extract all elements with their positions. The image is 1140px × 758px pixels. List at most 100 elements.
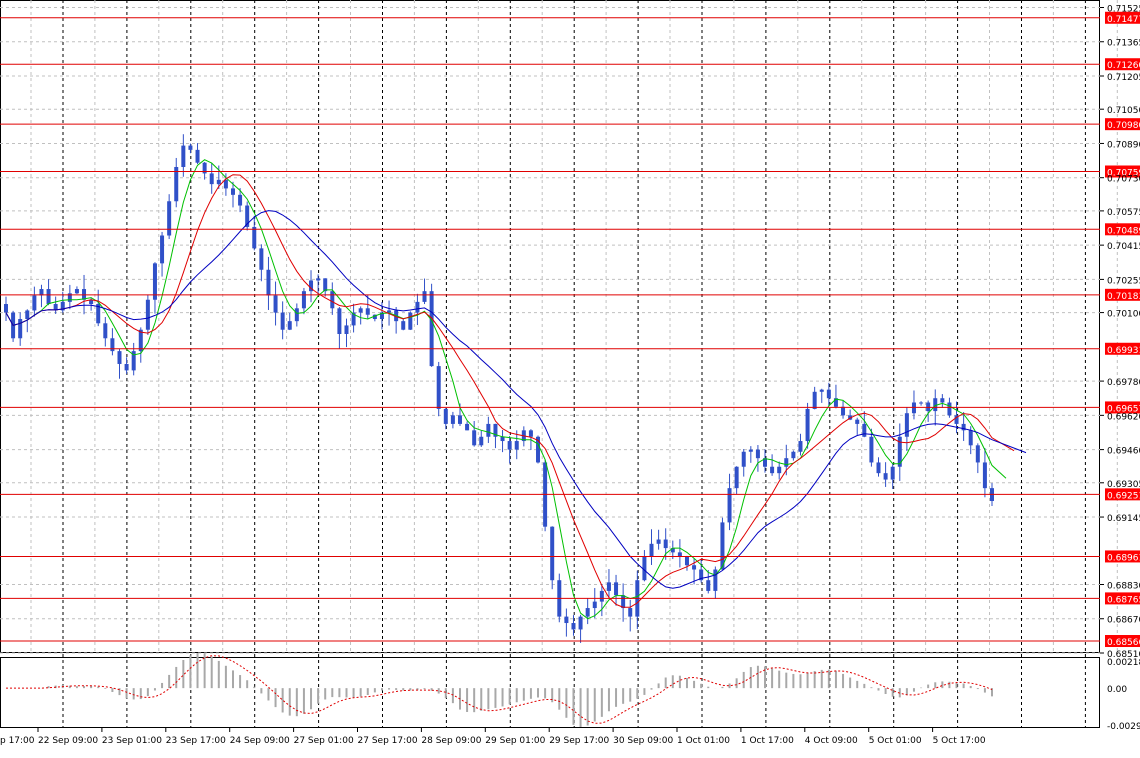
candle-body [117,351,122,364]
candle-body [741,451,746,467]
candle-body [18,319,23,339]
candle-body [826,389,831,399]
y-tick-label: 0.70415 [1107,242,1140,252]
candle-body [614,582,619,596]
candle-body [316,278,321,281]
candle-body [209,173,214,185]
oscillator-tick-label: -0.00296 [1107,722,1140,732]
y-tick-label: 0.69460 [1107,447,1140,457]
candle-body [855,419,860,424]
y-tick-label: 0.68830 [1107,581,1140,591]
candle-body [784,458,789,467]
candle-body [564,616,569,624]
candle-body [862,423,867,437]
candle-body [415,301,420,313]
candle-body [344,325,349,334]
candle-body [195,149,200,163]
y-tick-label: 0.69620 [1107,412,1140,422]
candle-body [550,526,555,581]
candle-body [890,466,895,480]
candle-body [330,291,335,309]
oscillator-frame [0,657,1100,728]
level-label: 0.71477 [1107,15,1140,25]
candle-body [919,402,924,404]
candle-body [514,441,519,450]
candle-body [294,308,299,322]
candle-body [465,423,470,431]
candle-body [975,445,980,463]
candle-body [755,449,760,459]
y-tick-label: 0.69305 [1107,480,1140,490]
x-tick-label: 24 Sep 09:00 [230,736,290,746]
candle-body [174,166,179,202]
x-tick-label: 27 Sep 17:00 [358,736,418,746]
x-tick-label: 1 Oct 17:00 [741,736,794,746]
candle-body [252,226,257,249]
oscillator-tick-label: 0.00218 [1107,658,1140,668]
level-label: 0.69931 [1107,346,1140,356]
x-tick-label: 29 Sep 17:00 [549,736,609,746]
candle-body [387,310,392,313]
candle-body [621,595,626,609]
candle-body [727,488,732,523]
y-tick-label: 0.71050 [1107,106,1140,116]
level-label: 0.68765 [1107,595,1140,605]
candle-body [472,430,477,446]
candle-body [408,312,413,330]
x-tick-label: 5 Oct 01:00 [869,736,922,746]
forex-chart-window[interactable]: 0.714770.712600.709800.707590.704890.701… [0,0,1140,754]
candle-body [103,323,108,339]
candle-body [926,402,931,412]
x-tick-label: 22 Sep 09:00 [38,736,98,746]
candle-body [4,304,8,313]
candle-body [124,363,129,371]
candle-body [301,291,306,309]
level-label: 0.69251 [1107,491,1140,501]
candle-body [805,408,810,442]
candle-body [223,179,228,189]
candle-body [167,201,172,236]
candle-body [422,291,427,302]
candle-body [507,441,512,450]
candle-body [656,539,661,544]
oscillator-tick-label: 0.00 [1107,685,1127,695]
candle-body [365,308,370,315]
candle-body [401,321,406,330]
candle-body [323,278,328,292]
candle-body [450,415,455,424]
candle-body [486,423,491,437]
candle-body [777,466,782,474]
candle-body [358,308,363,313]
x-tick-label: 23 Sep 01:00 [102,736,162,746]
candle-body [436,366,441,409]
x-tick-label-partial: p 17:00 [0,736,35,746]
level-label: 0.70489 [1107,226,1140,236]
y-tick-label: 0.70730 [1107,175,1140,185]
candle-body [606,582,611,591]
level-label: 0.70183 [1107,292,1140,302]
price-chart[interactable]: 0.714770.712600.709800.707590.704890.701… [0,0,1140,754]
candle-body [628,608,633,617]
y-tick-label: 0.69780 [1107,378,1140,388]
candle-body [940,398,945,403]
candle-body [571,623,576,630]
candle-body [479,436,484,446]
candle-body [947,402,952,416]
candle-body [457,415,462,424]
candle-body [663,539,668,549]
candle-body [812,391,817,409]
candle-body [684,556,689,566]
candle-body [32,295,37,311]
candle-body [145,299,150,330]
candle-body [968,430,973,446]
y-tick-label: 0.69145 [1107,514,1140,524]
candle-body [46,289,51,305]
candle-body [791,451,796,459]
x-tick-label: 28 Sep 09:00 [421,736,481,746]
y-tick-label: 0.71365 [1107,39,1140,49]
candle-body [649,543,654,557]
candle-body [599,590,604,602]
candle-body [429,291,434,367]
level-label: 0.70980 [1107,121,1140,131]
candle-body [266,269,271,296]
